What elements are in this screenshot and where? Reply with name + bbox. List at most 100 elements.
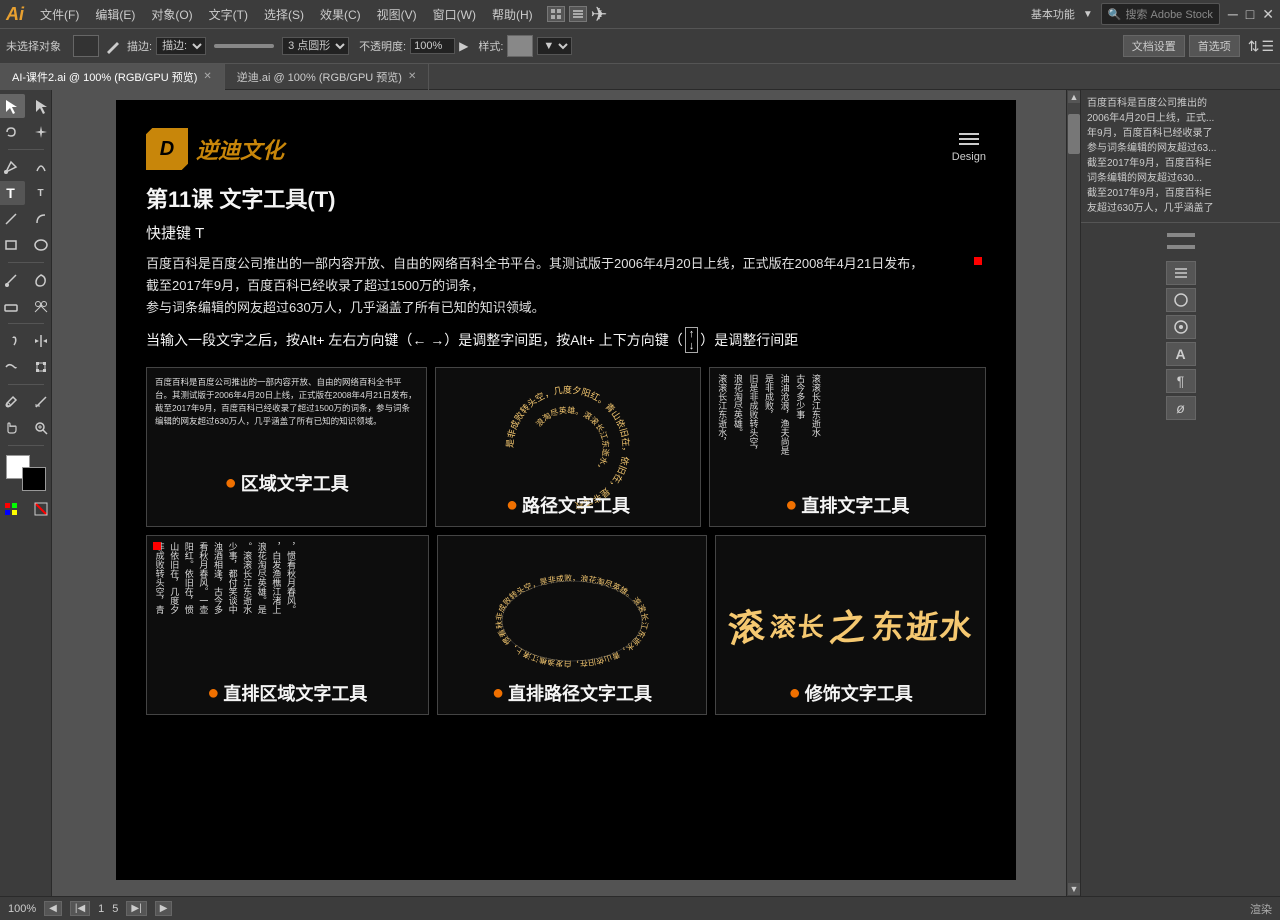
menu-select[interactable]: 选择(S) bbox=[256, 4, 312, 25]
point-shape-select[interactable]: 3 点圆形 bbox=[282, 37, 349, 55]
panel-icon-1[interactable] bbox=[1166, 261, 1196, 285]
tab-2-close[interactable]: ✕ bbox=[408, 71, 416, 82]
paintbrush-tool[interactable] bbox=[0, 268, 25, 292]
free-transform-tool[interactable] bbox=[27, 355, 55, 379]
workspace-icon[interactable]: ☰ bbox=[1261, 38, 1274, 55]
menu-type[interactable]: 文字(T) bbox=[201, 4, 256, 25]
opacity-increase[interactable]: ▶ bbox=[459, 39, 468, 53]
minimize-btn[interactable]: ─ bbox=[1228, 6, 1238, 22]
magic-wand-tool[interactable] bbox=[27, 120, 55, 144]
blob-brush-tool[interactable] bbox=[27, 268, 55, 292]
eyedrop-tools bbox=[0, 390, 55, 414]
preferences-btn[interactable]: 首选项 bbox=[1189, 35, 1240, 57]
feature-dropdown[interactable]: ▼ bbox=[1083, 9, 1093, 20]
bullet-5: ● bbox=[492, 682, 504, 705]
panel-icon-para[interactable]: ¶ bbox=[1166, 369, 1196, 393]
panel-icon-3[interactable] bbox=[1166, 315, 1196, 339]
right-menu-area: 基本功能 ▼ 🔍 搜索 Adobe Stock ─ □ ✕ bbox=[1031, 3, 1274, 25]
tab-1[interactable]: AI-课件2.ai @ 100% (RGB/GPU 预览) ✕ bbox=[0, 64, 225, 90]
send-icon[interactable]: ✈ bbox=[591, 2, 608, 27]
area-text-content: 百度百科是百度公司推出的一部内容开放、自由的网络百科全书平台。其测试版于2006… bbox=[155, 376, 418, 427]
zoom-tool[interactable] bbox=[27, 416, 55, 440]
last-page-btn[interactable]: ▶| bbox=[126, 901, 146, 916]
first-page-btn[interactable]: |◀ bbox=[70, 901, 90, 916]
background-color[interactable] bbox=[22, 467, 46, 491]
line-tool[interactable] bbox=[0, 207, 25, 231]
svg-text:浪淘尽英雄。滚滚长江东逝水，: 浪淘尽英雄。滚滚长江东逝水， bbox=[534, 405, 612, 474]
stroke-color-swatch[interactable] bbox=[73, 35, 99, 57]
menu-file[interactable]: 文件(F) bbox=[32, 4, 87, 25]
path-text-example: 是非成败转头空，几度夕阳红。青山依旧在，依旧在，是非成败 浪淘尽英雄。滚滚长江东… bbox=[435, 367, 700, 527]
prev-page-btn[interactable]: ◀ bbox=[44, 901, 62, 916]
eyedropper-tool[interactable] bbox=[0, 390, 25, 414]
style-select[interactable]: ▼ bbox=[537, 37, 572, 55]
style-swatch[interactable] bbox=[507, 35, 533, 57]
none-btn[interactable] bbox=[27, 497, 55, 521]
doc-settings-btn[interactable]: 文档设置 bbox=[1123, 35, 1185, 57]
type-tool[interactable]: T bbox=[0, 181, 25, 205]
panel-icon-2[interactable] bbox=[1166, 288, 1196, 312]
char-1: 滚 bbox=[725, 596, 768, 654]
brush-tool[interactable] bbox=[103, 36, 123, 56]
ellipse-tool[interactable] bbox=[27, 233, 55, 257]
measure-tool[interactable] bbox=[27, 390, 55, 414]
rect-tool[interactable] bbox=[0, 233, 25, 257]
page-of: 5 bbox=[112, 903, 118, 915]
hand-tool[interactable] bbox=[0, 416, 25, 440]
scissors-tool[interactable] bbox=[27, 294, 55, 318]
divider-2 bbox=[8, 262, 44, 263]
menu-object[interactable]: 对象(O) bbox=[143, 4, 200, 25]
scroll-thumb[interactable] bbox=[1068, 114, 1080, 154]
char-3: 东逝水 bbox=[870, 602, 976, 648]
curvature-tool[interactable] bbox=[27, 155, 55, 179]
scroll-up-btn[interactable]: ▲ bbox=[1067, 90, 1080, 104]
menu-window[interactable]: 窗口(W) bbox=[425, 4, 484, 25]
panel-icon-type[interactable]: A bbox=[1166, 342, 1196, 366]
menu-view[interactable]: 视图(V) bbox=[369, 4, 425, 25]
close-btn[interactable]: ✕ bbox=[1262, 6, 1274, 23]
restore-btn[interactable]: □ bbox=[1246, 6, 1254, 22]
hamburger-design[interactable]: Design bbox=[952, 133, 986, 165]
touch-type-tool[interactable]: T bbox=[27, 181, 55, 205]
next-page-btn[interactable]: ▶ bbox=[155, 901, 173, 916]
menu-edit[interactable]: 编辑(E) bbox=[87, 4, 143, 25]
direct-select-tool[interactable] bbox=[27, 94, 55, 118]
menu-effect[interactable]: 效果(C) bbox=[312, 4, 369, 25]
reflect-tool[interactable] bbox=[27, 329, 55, 353]
vert-area-label: ● 直排区域文字工具 bbox=[207, 680, 367, 706]
arrange-icon[interactable]: ⇅ bbox=[1248, 38, 1260, 55]
stroke-select[interactable]: 描边: bbox=[156, 37, 206, 55]
divider-5 bbox=[8, 445, 44, 446]
color-mode-btn[interactable] bbox=[0, 497, 25, 521]
bullet-4: ● bbox=[207, 682, 219, 705]
style-label: 样式: bbox=[478, 38, 503, 54]
opacity-input[interactable] bbox=[410, 38, 455, 54]
lasso-tool[interactable] bbox=[0, 120, 25, 144]
vert-text-label: ● 直排文字工具 bbox=[785, 492, 909, 518]
stroke-slider[interactable] bbox=[214, 44, 274, 48]
eraser-tool[interactable] bbox=[0, 294, 25, 318]
warp-tools bbox=[0, 355, 55, 379]
red-indicator bbox=[974, 257, 982, 265]
tab-2[interactable]: 逆迪.ai @ 100% (RGB/GPU 预览) ✕ bbox=[225, 64, 430, 90]
warp-tool[interactable] bbox=[0, 355, 25, 379]
tab-2-label: 逆迪.ai @ 100% (RGB/GPU 预览) bbox=[237, 69, 402, 85]
pen-tools bbox=[0, 155, 55, 179]
zoom-display: 100% bbox=[8, 903, 36, 915]
pen-tool[interactable] bbox=[0, 155, 25, 179]
hand-zoom-tools bbox=[0, 416, 55, 440]
search-bar[interactable]: 🔍 搜索 Adobe Stock bbox=[1101, 3, 1220, 25]
menu-help[interactable]: 帮助(H) bbox=[484, 4, 541, 25]
arc-tool[interactable] bbox=[27, 207, 55, 231]
brush-tools bbox=[0, 268, 55, 292]
arrange-icon bbox=[569, 6, 587, 22]
app-logo: Ai bbox=[6, 4, 24, 25]
logo-icon: D bbox=[146, 128, 188, 170]
selection-tool[interactable] bbox=[0, 94, 25, 118]
panel-icon-glyph[interactable]: ø bbox=[1166, 396, 1196, 420]
rotate-tool[interactable] bbox=[0, 329, 25, 353]
canvas-wrapper[interactable]: D 逆迪文化 Design 第11课 文字工具(T) bbox=[62, 100, 1070, 896]
tab-1-close[interactable]: ✕ bbox=[203, 71, 211, 82]
scroll-down-btn[interactable]: ▼ bbox=[1067, 882, 1080, 896]
shape-tools bbox=[0, 233, 55, 257]
